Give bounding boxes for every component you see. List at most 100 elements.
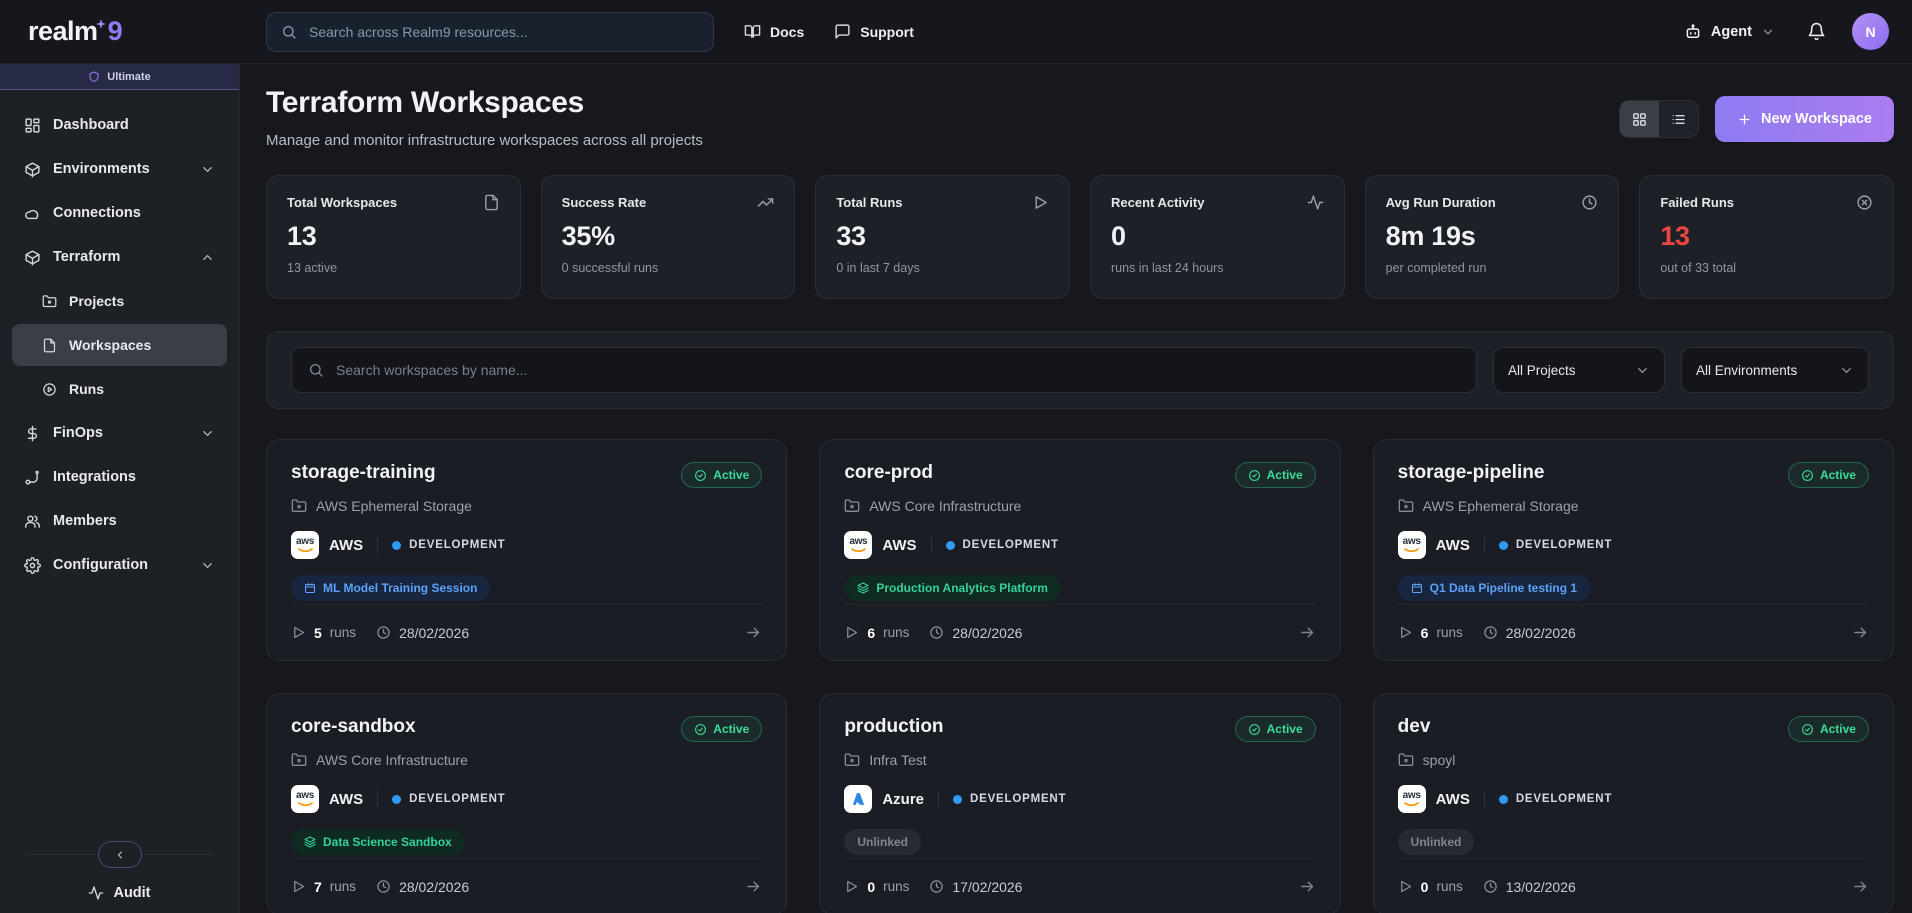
docs-button[interactable]: Docs <box>744 23 804 40</box>
aws-smile-icon <box>298 802 313 807</box>
stat-label: Success Rate <box>562 195 647 210</box>
status-label: Active <box>713 468 749 482</box>
sidebar-item-connections[interactable]: Connections <box>12 192 227 234</box>
environment-label: DEVELOPMENT <box>1516 793 1612 805</box>
workspace-tag: Data Science Sandbox <box>291 829 465 855</box>
sidebar-item-label: Projects <box>69 293 124 309</box>
play-icon <box>844 625 859 640</box>
workspace-card[interactable]: core-sandbox Active AWS Core Infrastruct… <box>266 693 787 913</box>
run-count: 5 <box>314 625 322 641</box>
sidebar-nav: Dashboard Environments Connections Terra… <box>0 90 239 586</box>
new-workspace-button[interactable]: New Workspace <box>1715 96 1894 142</box>
sidebar-item-terraform[interactable]: Terraform <box>12 236 227 278</box>
x-circle-icon <box>1856 194 1873 211</box>
list-view-button[interactable] <box>1659 101 1698 137</box>
trending-up-icon <box>757 194 774 211</box>
last-run-date: 28/02/2026 <box>399 625 469 641</box>
workspace-card[interactable]: core-prod Active AWS Core Infrastructure… <box>819 439 1340 661</box>
environment-label: DEVELOPMENT <box>409 539 505 551</box>
stat-value: 0 <box>1111 221 1324 252</box>
status-label: Active <box>1820 722 1856 736</box>
bell-icon <box>1807 22 1826 41</box>
plus-icon <box>1737 112 1752 127</box>
stat-recent-activity: Recent Activity 0 runs in last 24 hours <box>1090 175 1345 299</box>
sparkle-icon <box>96 19 106 29</box>
sidebar-item-audit[interactable]: Audit <box>0 885 239 901</box>
last-run-date: 13/02/2026 <box>1506 879 1576 895</box>
user-avatar[interactable]: N <box>1852 13 1889 50</box>
open-workspace-arrow[interactable] <box>1852 624 1869 641</box>
project-name: AWS Core Infrastructure <box>869 498 1021 514</box>
layers-icon <box>857 582 869 594</box>
calendar-icon <box>1411 582 1423 594</box>
open-workspace-arrow[interactable] <box>1299 878 1316 895</box>
chevron-down-icon <box>1761 25 1775 39</box>
aws-smile-icon <box>1404 802 1419 807</box>
sidebar-item-runs[interactable]: Runs <box>12 368 227 410</box>
shield-icon <box>88 71 100 83</box>
list-icon <box>1671 112 1686 127</box>
project-name: Infra Test <box>869 752 926 768</box>
workspace-card[interactable]: storage-pipeline Active AWS Ephemeral St… <box>1373 439 1894 661</box>
environments-filter-dropdown[interactable]: All Environments <box>1681 347 1869 393</box>
status-label: Active <box>1267 468 1303 482</box>
sidebar-item-members[interactable]: Members <box>12 500 227 542</box>
arrow-right-icon <box>1299 878 1316 895</box>
notifications-button[interactable] <box>1807 22 1826 41</box>
environment-dot <box>392 541 401 550</box>
aws-smile-icon <box>298 548 313 553</box>
open-workspace-arrow[interactable] <box>745 624 762 641</box>
collapse-sidebar-button[interactable] <box>98 841 142 868</box>
sidebar-item-finops[interactable]: FinOps <box>12 412 227 454</box>
stat-total-runs: Total Runs 33 0 in last 7 days <box>815 175 1070 299</box>
stat-value: 33 <box>836 221 1049 252</box>
sidebar-item-label: Members <box>53 513 117 529</box>
global-search[interactable] <box>266 12 714 52</box>
sidebar-item-integrations[interactable]: Integrations <box>12 456 227 498</box>
play-circle-icon <box>42 382 57 397</box>
chevron-down-icon <box>1839 363 1854 378</box>
run-count: 7 <box>314 879 322 895</box>
workspace-card[interactable]: storage-training Active AWS Ephemeral St… <box>266 439 787 661</box>
support-button[interactable]: Support <box>834 23 914 40</box>
search-icon <box>308 362 324 378</box>
plan-badge: Ultimate <box>0 64 239 90</box>
stat-success-rate: Success Rate 35% 0 successful runs <box>541 175 796 299</box>
provider-name: AWS <box>1436 537 1470 554</box>
sidebar-item-environments[interactable]: Environments <box>12 148 227 190</box>
dashboard-icon <box>24 117 41 134</box>
grid-view-button[interactable] <box>1620 101 1659 137</box>
divider <box>377 537 378 553</box>
global-search-input[interactable] <box>307 23 699 41</box>
top-bar: realm9 Docs Support Agent N <box>0 0 1912 64</box>
app-logo[interactable]: realm9 <box>0 16 240 47</box>
activity-icon <box>88 885 104 901</box>
run-count: 0 <box>1421 879 1429 895</box>
page-title: Terraform Workspaces <box>266 86 703 120</box>
check-circle-icon <box>1248 723 1261 736</box>
open-workspace-arrow[interactable] <box>745 878 762 895</box>
chevron-down-icon <box>200 426 215 441</box>
projects-filter-dropdown[interactable]: All Projects <box>1493 347 1665 393</box>
agent-menu[interactable]: Agent <box>1684 23 1775 41</box>
stat-value: 13 <box>1660 221 1873 252</box>
sidebar-item-configuration[interactable]: Configuration <box>12 544 227 586</box>
aws-logo: aws <box>844 531 872 559</box>
users-icon <box>24 513 41 530</box>
sidebar-item-label: Runs <box>69 381 104 397</box>
sidebar-item-workspaces[interactable]: Workspaces <box>12 324 227 366</box>
provider-name: AWS <box>329 791 363 808</box>
dollar-icon <box>24 425 41 442</box>
workspace-search-input[interactable] <box>334 361 1460 379</box>
check-circle-icon <box>1801 723 1814 736</box>
open-workspace-arrow[interactable] <box>1852 878 1869 895</box>
sidebar-item-dashboard[interactable]: Dashboard <box>12 104 227 146</box>
sidebar-item-projects[interactable]: Projects <box>12 280 227 322</box>
open-workspace-arrow[interactable] <box>1299 624 1316 641</box>
environment-dot <box>953 795 962 804</box>
play-icon <box>291 879 306 894</box>
workspace-card[interactable]: dev Active spoyl aws AWS DEVELOPMENT Unl… <box>1373 693 1894 913</box>
workspace-search[interactable] <box>291 347 1477 393</box>
clock-icon <box>1483 625 1498 640</box>
workspace-card[interactable]: production Active Infra Test Azure DEVEL… <box>819 693 1340 913</box>
